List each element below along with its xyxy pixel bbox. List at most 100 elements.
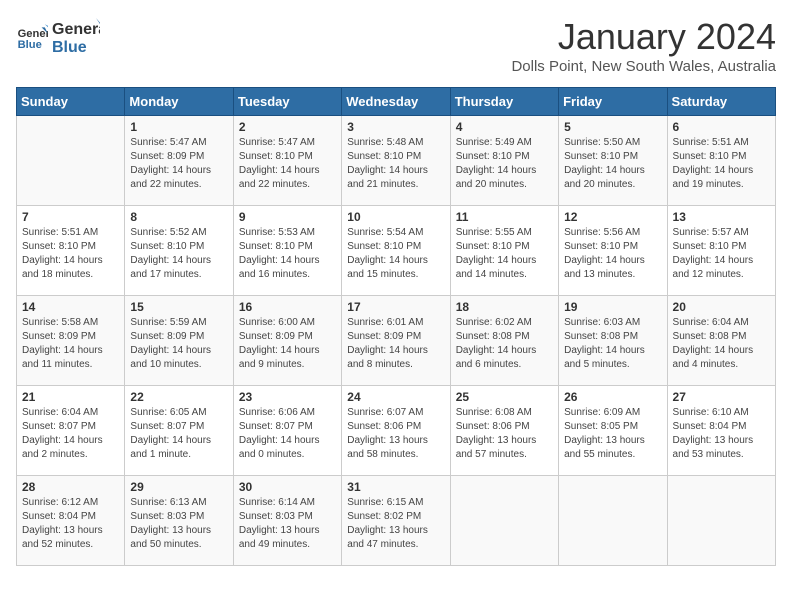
calendar-week-row: 28 Sunrise: 6:12 AM Sunset: 8:04 PM Dayli… [17, 476, 776, 566]
month-title: January 2024 [511, 16, 776, 58]
header-friday: Friday [559, 88, 667, 116]
calendar-header-row: SundayMondayTuesdayWednesdayThursdayFrid… [17, 88, 776, 116]
cell-content: Sunrise: 6:12 AM Sunset: 8:04 PM Dayligh… [22, 496, 119, 552]
day-number: 10 [347, 210, 444, 224]
cell-content: Sunrise: 6:04 AM Sunset: 8:08 PM Dayligh… [673, 316, 770, 372]
calendar-day-cell: 29 Sunrise: 6:13 AM Sunset: 8:03 PM Dayli… [125, 476, 233, 566]
logo-icon: General Blue [16, 21, 48, 53]
day-number: 2 [239, 120, 336, 134]
calendar-day-cell: 18 Sunrise: 6:02 AM Sunset: 8:08 PM Dayli… [450, 296, 558, 386]
calendar-day-cell: 9 Sunrise: 5:53 AM Sunset: 8:10 PM Daylig… [233, 206, 341, 296]
header-wednesday: Wednesday [342, 88, 450, 116]
day-number: 11 [456, 210, 553, 224]
calendar-day-cell: 13 Sunrise: 5:57 AM Sunset: 8:10 PM Dayli… [667, 206, 775, 296]
header-monday: Monday [125, 88, 233, 116]
day-number: 13 [673, 210, 770, 224]
day-number: 5 [564, 120, 661, 134]
cell-content: Sunrise: 5:49 AM Sunset: 8:10 PM Dayligh… [456, 136, 553, 192]
logo: General Blue General Blue [16, 16, 100, 58]
day-number: 1 [130, 120, 227, 134]
calendar-day-cell: 2 Sunrise: 5:47 AM Sunset: 8:10 PM Daylig… [233, 116, 341, 206]
day-number: 9 [239, 210, 336, 224]
calendar-day-cell: 19Sunrise: 6:03 AM Sunset: 8:08 PM Dayli… [559, 296, 667, 386]
day-number: 28 [22, 480, 119, 494]
svg-text:General: General [18, 28, 48, 40]
calendar-week-row: 7 Sunrise: 5:51 AM Sunset: 8:10 PM Daylig… [17, 206, 776, 296]
cell-content: Sunrise: 6:00 AM Sunset: 8:09 PM Dayligh… [239, 316, 336, 372]
cell-content: Sunrise: 6:07 AM Sunset: 8:06 PM Dayligh… [347, 406, 444, 462]
title-area: January 2024 Dolls Point, New South Wale… [511, 16, 776, 75]
calendar-day-cell: 8Sunrise: 5:52 AM Sunset: 8:10 PM Daylig… [125, 206, 233, 296]
calendar-day-cell: 7 Sunrise: 5:51 AM Sunset: 8:10 PM Daylig… [17, 206, 125, 296]
empty-cell [450, 476, 558, 566]
day-number: 6 [673, 120, 770, 134]
calendar-day-cell: 3Sunrise: 5:48 AM Sunset: 8:10 PM Daylig… [342, 116, 450, 206]
cell-content: Sunrise: 6:13 AM Sunset: 8:03 PM Dayligh… [130, 496, 227, 552]
empty-cell [17, 116, 125, 206]
logo-svg: General Blue [52, 16, 100, 58]
cell-content: Sunrise: 6:14 AM Sunset: 8:03 PM Dayligh… [239, 496, 336, 552]
cell-content: Sunrise: 5:58 AM Sunset: 8:09 PM Dayligh… [22, 316, 119, 372]
cell-content: Sunrise: 6:08 AM Sunset: 8:06 PM Dayligh… [456, 406, 553, 462]
day-number: 18 [456, 300, 553, 314]
calendar-day-cell: 17 Sunrise: 6:01 AM Sunset: 8:09 PM Dayli… [342, 296, 450, 386]
day-number: 29 [130, 480, 227, 494]
cell-content: Sunrise: 6:05 AM Sunset: 8:07 PM Dayligh… [130, 406, 227, 462]
day-number: 31 [347, 480, 444, 494]
calendar-day-cell: 10 Sunrise: 5:54 AM Sunset: 8:10 PM Dayli… [342, 206, 450, 296]
page-header: General Blue General Blue January 2024 D… [16, 16, 776, 75]
calendar-day-cell: 12 Sunrise: 5:56 AM Sunset: 8:10 PM Dayli… [559, 206, 667, 296]
day-number: 24 [347, 390, 444, 404]
svg-text:Blue: Blue [18, 39, 42, 51]
day-number: 7 [22, 210, 119, 224]
cell-content: Sunrise: 6:03 AM Sunset: 8:08 PM Dayligh… [564, 316, 661, 372]
day-number: 26 [564, 390, 661, 404]
calendar-week-row: 1Sunrise: 5:47 AM Sunset: 8:09 PM Daylig… [17, 116, 776, 206]
day-number: 14 [22, 300, 119, 314]
day-number: 16 [239, 300, 336, 314]
calendar-day-cell: 21 Sunrise: 6:04 AM Sunset: 8:07 PM Dayli… [17, 386, 125, 476]
calendar-day-cell: 31 Sunrise: 6:15 AM Sunset: 8:02 PM Dayli… [342, 476, 450, 566]
cell-content: Sunrise: 5:53 AM Sunset: 8:10 PM Dayligh… [239, 226, 336, 282]
header-thursday: Thursday [450, 88, 558, 116]
empty-cell [559, 476, 667, 566]
empty-cell [667, 476, 775, 566]
day-number: 25 [456, 390, 553, 404]
calendar-day-cell: 28 Sunrise: 6:12 AM Sunset: 8:04 PM Dayli… [17, 476, 125, 566]
cell-content: Sunrise: 5:56 AM Sunset: 8:10 PM Dayligh… [564, 226, 661, 282]
day-number: 4 [456, 120, 553, 134]
calendar-day-cell: 27Sunrise: 6:10 AM Sunset: 8:04 PM Dayli… [667, 386, 775, 476]
calendar-day-cell: 26 Sunrise: 6:09 AM Sunset: 8:05 PM Dayli… [559, 386, 667, 476]
cell-content: Sunrise: 6:10 AM Sunset: 8:04 PM Dayligh… [673, 406, 770, 462]
cell-content: Sunrise: 5:47 AM Sunset: 8:10 PM Dayligh… [239, 136, 336, 192]
cell-content: Sunrise: 6:01 AM Sunset: 8:09 PM Dayligh… [347, 316, 444, 372]
day-number: 22 [130, 390, 227, 404]
cell-content: Sunrise: 6:02 AM Sunset: 8:08 PM Dayligh… [456, 316, 553, 372]
svg-text:Blue: Blue [52, 39, 87, 56]
calendar-day-cell: 6Sunrise: 5:51 AM Sunset: 8:10 PM Daylig… [667, 116, 775, 206]
calendar-table: SundayMondayTuesdayWednesdayThursdayFrid… [16, 87, 776, 566]
cell-content: Sunrise: 5:50 AM Sunset: 8:10 PM Dayligh… [564, 136, 661, 192]
calendar-day-cell: 23 Sunrise: 6:06 AM Sunset: 8:07 PM Dayli… [233, 386, 341, 476]
header-tuesday: Tuesday [233, 88, 341, 116]
header-saturday: Saturday [667, 88, 775, 116]
day-number: 8 [130, 210, 227, 224]
cell-content: Sunrise: 5:54 AM Sunset: 8:10 PM Dayligh… [347, 226, 444, 282]
cell-content: Sunrise: 5:57 AM Sunset: 8:10 PM Dayligh… [673, 226, 770, 282]
cell-content: Sunrise: 5:51 AM Sunset: 8:10 PM Dayligh… [22, 226, 119, 282]
cell-content: Sunrise: 6:09 AM Sunset: 8:05 PM Dayligh… [564, 406, 661, 462]
day-number: 17 [347, 300, 444, 314]
calendar-day-cell: 16 Sunrise: 6:00 AM Sunset: 8:09 PM Dayli… [233, 296, 341, 386]
calendar-day-cell: 15Sunrise: 5:59 AM Sunset: 8:09 PM Dayli… [125, 296, 233, 386]
calendar-day-cell: 14 Sunrise: 5:58 AM Sunset: 8:09 PM Dayli… [17, 296, 125, 386]
day-number: 12 [564, 210, 661, 224]
cell-content: Sunrise: 5:48 AM Sunset: 8:10 PM Dayligh… [347, 136, 444, 192]
calendar-day-cell: 20Sunrise: 6:04 AM Sunset: 8:08 PM Dayli… [667, 296, 775, 386]
day-number: 21 [22, 390, 119, 404]
cell-content: Sunrise: 6:06 AM Sunset: 8:07 PM Dayligh… [239, 406, 336, 462]
day-number: 23 [239, 390, 336, 404]
calendar-day-cell: 30Sunrise: 6:14 AM Sunset: 8:03 PM Dayli… [233, 476, 341, 566]
cell-content: Sunrise: 6:04 AM Sunset: 8:07 PM Dayligh… [22, 406, 119, 462]
cell-content: Sunrise: 6:15 AM Sunset: 8:02 PM Dayligh… [347, 496, 444, 552]
cell-content: Sunrise: 5:59 AM Sunset: 8:09 PM Dayligh… [130, 316, 227, 372]
